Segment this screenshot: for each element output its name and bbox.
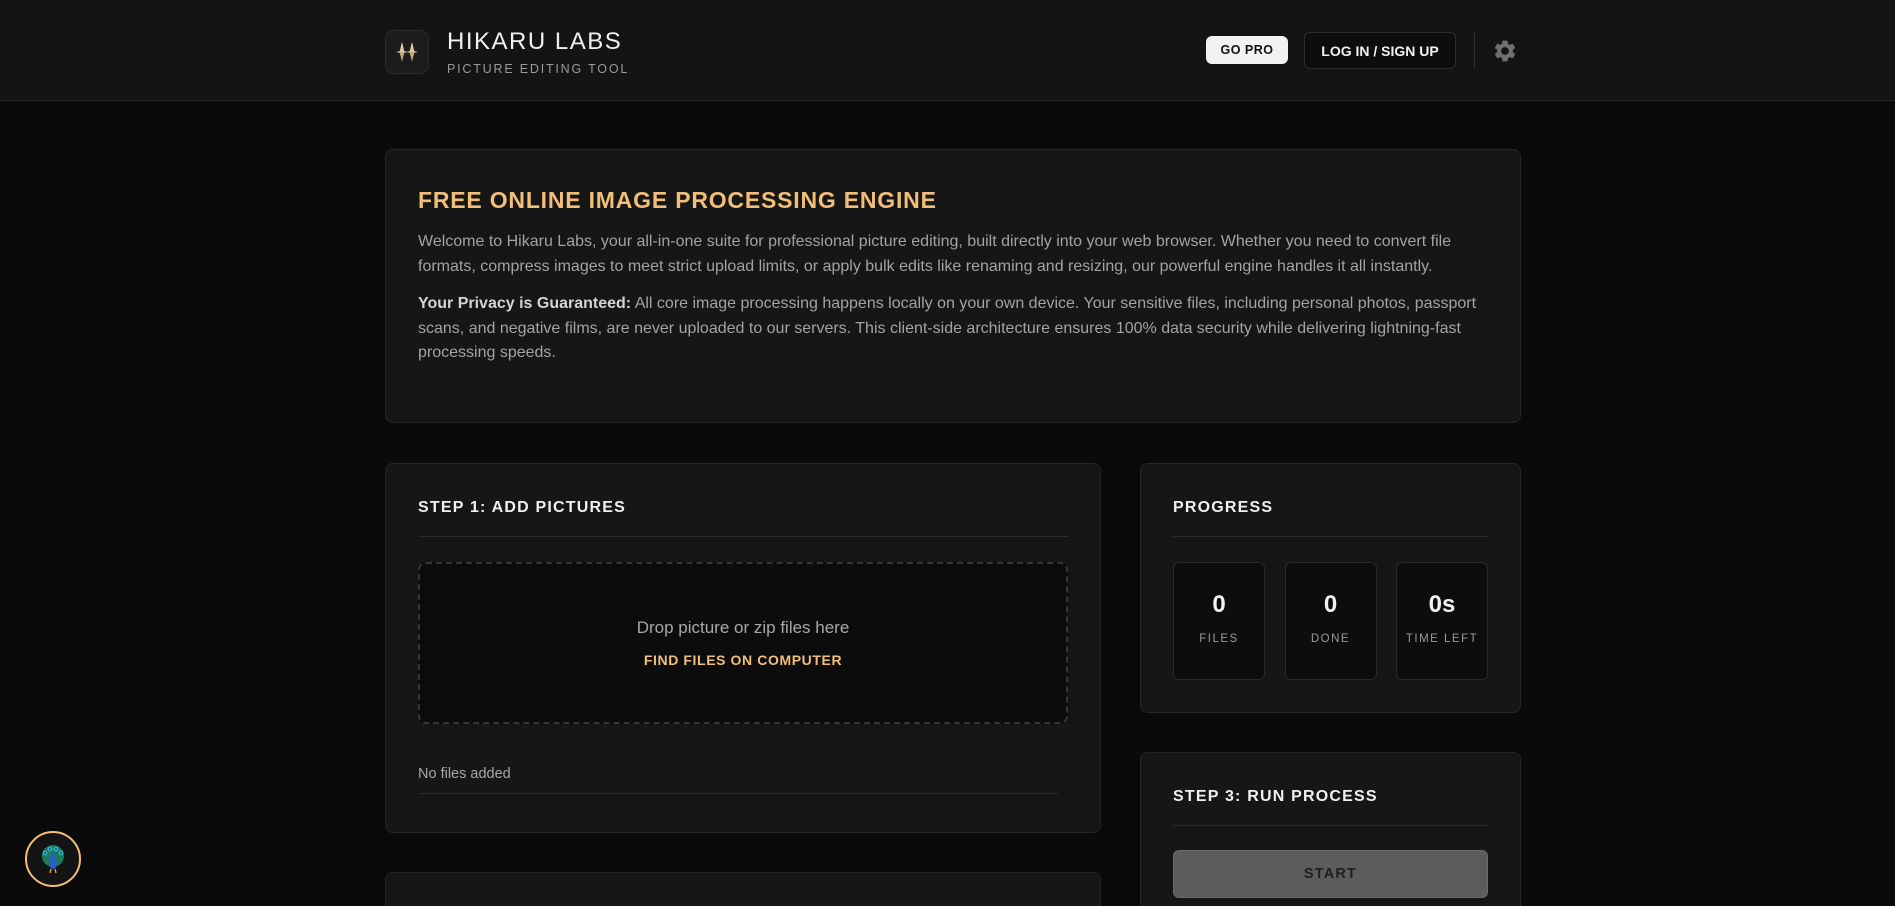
app-title: HIKARU LABS [447,28,623,55]
stat-label: TIME LEFT [1405,633,1479,645]
start-button[interactable]: START [1173,850,1488,898]
header-divider [1474,31,1475,69]
go-pro-button[interactable]: GO PRO [1206,36,1288,64]
top-navigation-bar: HIKARU LABS PICTURE EDITING TOOL GO PRO … [0,0,1895,101]
stat-time-left: 0s TIME LEFT [1396,562,1488,680]
progress-card: PROGRESS 0 FILES 0 DONE 0s TIME LEFT [1140,463,1521,713]
step1-card: STEP 1: ADD PICTURES Drop picture or zip… [385,463,1101,833]
dropzone-text: Drop picture or zip files here [636,618,850,637]
gear-icon[interactable] [1492,38,1518,64]
stat-files: 0 FILES [1173,562,1265,680]
step3-card: STEP 3: RUN PROCESS START [1140,752,1521,906]
step3-title: STEP 3: RUN PROCESS [1173,753,1488,826]
stat-label: FILES [1199,633,1239,645]
peacock-icon[interactable] [25,831,81,887]
stat-done: 0 DONE [1284,562,1377,680]
intro-heading: FREE ONLINE IMAGE PROCESSING ENGINE [418,187,937,213]
file-list-empty-text: No files added [418,766,511,782]
privacy-label: Your Privacy is Guaranteed: [418,295,632,312]
stat-value: 0s [1428,591,1456,618]
sparkle-diamonds-icon [385,30,429,74]
privacy-paragraph: Your Privacy is Guaranteed: All core ima… [418,292,1488,366]
progress-title: PROGRESS [1173,464,1488,537]
brand[interactable]: HIKARU LABS PICTURE EDITING TOOL [385,28,629,76]
stat-value: 0 [1323,591,1338,618]
file-list-divider [418,793,1058,794]
find-files-button[interactable]: FIND FILES ON COMPUTER [644,652,842,668]
intro-card: FREE ONLINE IMAGE PROCESSING ENGINE Welc… [385,149,1521,423]
file-dropzone[interactable]: Drop picture or zip files here FIND FILE… [418,562,1068,724]
progress-stats: 0 FILES 0 DONE 0s TIME LEFT [1173,562,1488,680]
app-subtitle: PICTURE EDITING TOOL [447,62,630,76]
stat-label: DONE [1310,633,1351,645]
next-step-card [385,872,1101,906]
login-signup-button[interactable]: LOG IN / SIGN UP [1304,32,1456,69]
stat-value: 0 [1212,591,1226,618]
step1-title: STEP 1: ADD PICTURES [418,464,1068,537]
intro-paragraph: Welcome to Hikaru Labs, your all-in-one … [418,233,1452,275]
